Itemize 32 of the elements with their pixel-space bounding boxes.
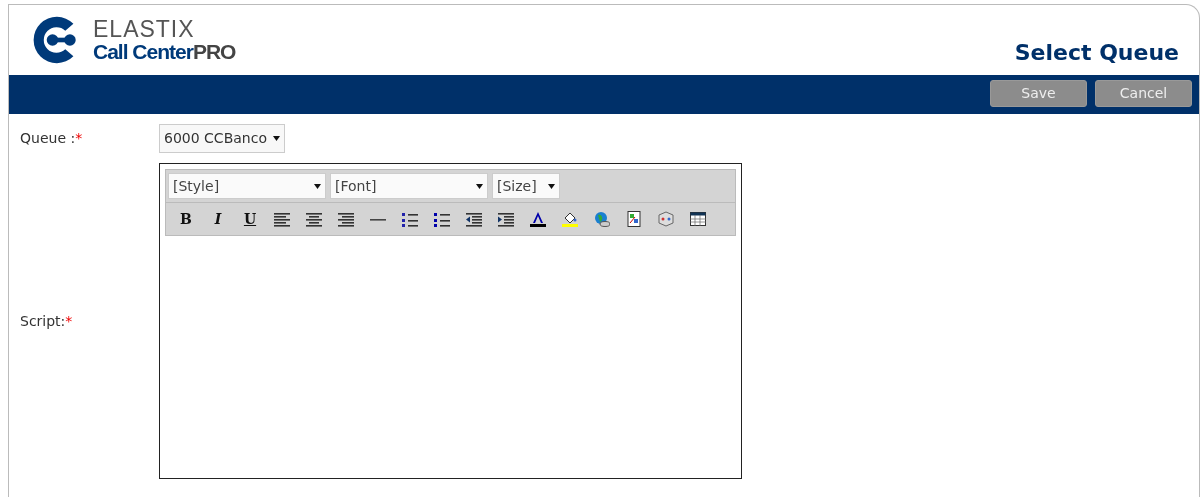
logo-text: PRO xyxy=(192,41,236,62)
align-center-icon[interactable] xyxy=(306,211,322,227)
page-title: Select Queue xyxy=(1014,39,1179,67)
italic-button[interactable]: I xyxy=(214,208,222,230)
indent-icon[interactable] xyxy=(498,211,514,227)
bullet-list-icon[interactable] xyxy=(434,211,450,227)
align-left-icon[interactable] xyxy=(274,211,290,227)
numbered-list-icon[interactable] xyxy=(402,211,418,227)
script-editor[interactable]: [Style] [Font] [Size] B I U xyxy=(159,163,742,479)
text-color-icon[interactable] xyxy=(530,211,546,227)
dropdown-arrow-icon xyxy=(272,136,280,141)
align-right-icon[interactable] xyxy=(338,211,354,227)
bold-button[interactable]: B xyxy=(180,208,192,230)
image-icon[interactable] xyxy=(626,211,642,227)
outdent-icon[interactable] xyxy=(466,211,482,227)
dropdown-arrow-icon xyxy=(548,183,555,189)
dropdown-arrow-icon xyxy=(476,183,483,189)
underline-button[interactable]: U xyxy=(243,208,257,230)
size-select[interactable]: [Size] xyxy=(492,173,560,199)
globe-icon[interactable] xyxy=(594,211,610,227)
required-marker: * xyxy=(65,312,73,329)
editor-select[interactable]: [Font] xyxy=(330,173,488,199)
dropdown-arrow-icon xyxy=(314,183,321,189)
paint-bucket-icon[interactable] xyxy=(562,211,578,227)
logo-text: ELASTIX xyxy=(93,18,196,41)
logo-text: Call Center xyxy=(93,41,193,62)
table-icon[interactable] xyxy=(690,211,706,227)
queue-select[interactable]: 6000 CCBanco xyxy=(159,124,285,153)
editor-select[interactable]: [Style] xyxy=(168,173,326,199)
field-label: Queue : xyxy=(20,130,76,146)
field-label: Script: xyxy=(20,312,66,329)
required-marker: * xyxy=(75,130,83,146)
